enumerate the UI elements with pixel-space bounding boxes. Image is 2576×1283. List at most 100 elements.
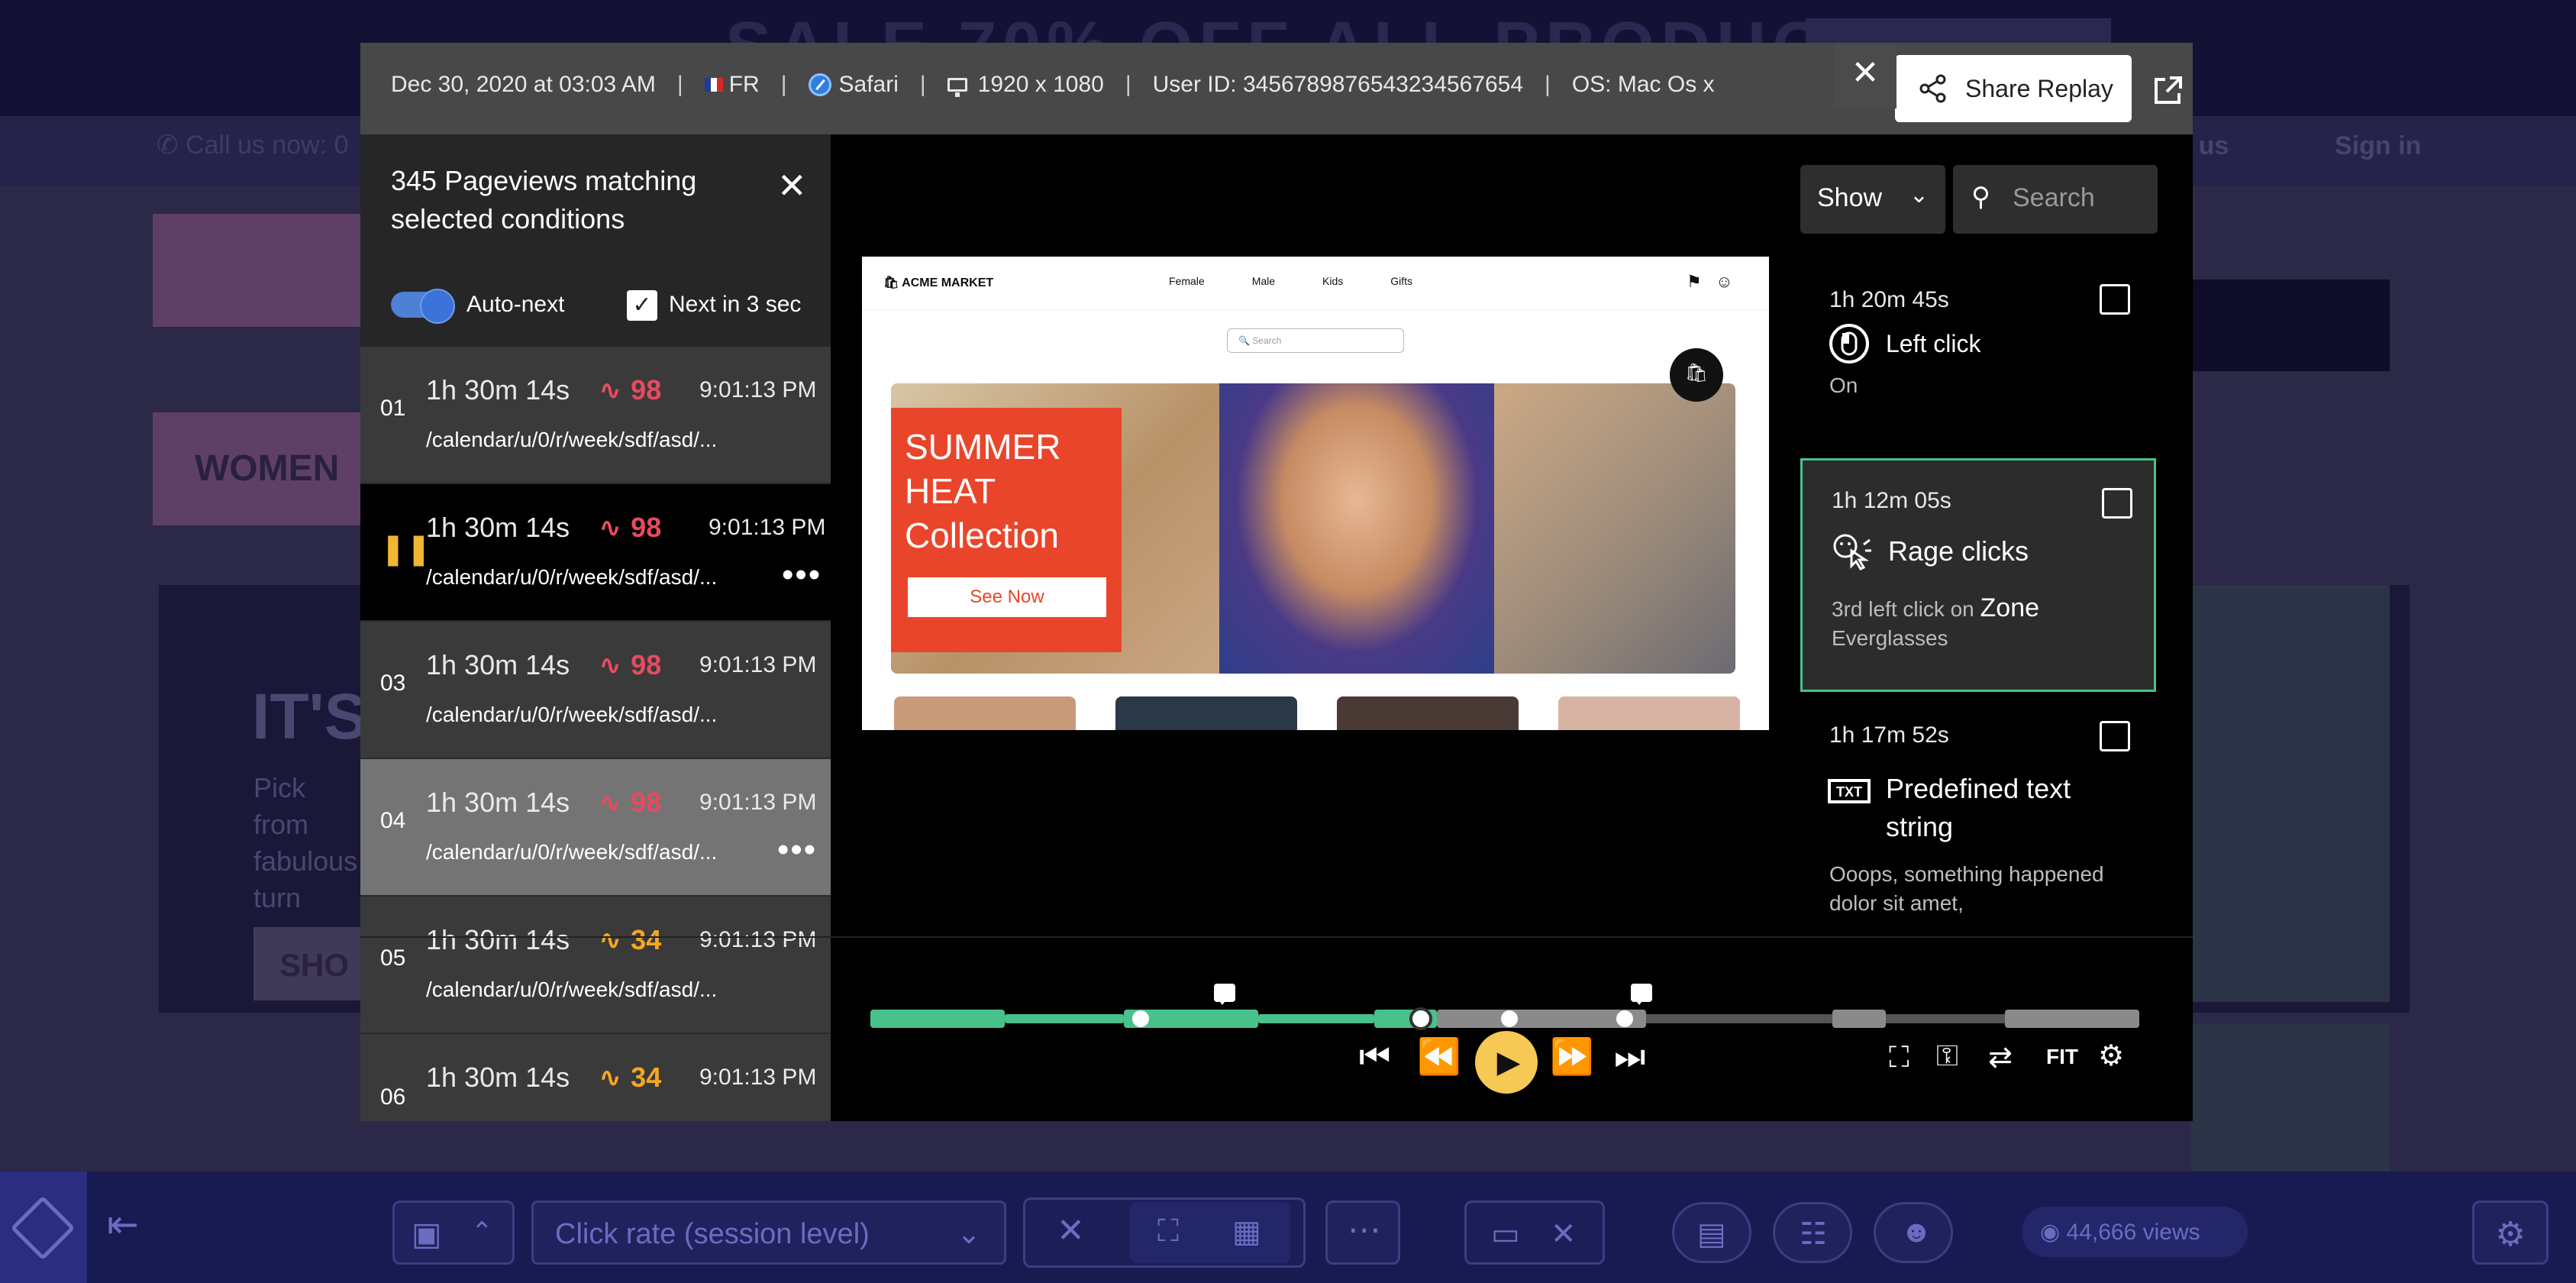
pageview-duration: 1h 30m 14s bbox=[426, 787, 570, 818]
close-panel-icon[interactable]: ✕ bbox=[777, 165, 807, 206]
pageview-item-active[interactable]: ❚❚ 1h 30m 14s ∿ 98 9:01:13 PM /calendar/u… bbox=[360, 484, 831, 622]
pageview-time: 9:01:13 PM bbox=[699, 790, 817, 815]
timeline-event-marker[interactable] bbox=[1501, 1010, 1518, 1027]
skip-to-start-icon[interactable]: ⏮ bbox=[1359, 1036, 1390, 1078]
shop-button: SHO bbox=[253, 927, 368, 1000]
pageview-time: 9:01:13 PM bbox=[699, 652, 817, 677]
bottom-toolbar: ⇤ ▣ ⌃ Click rate (session level) ⌄ ✕ ⛶ ▦… bbox=[0, 1172, 2576, 1283]
play-button[interactable]: ▶ bbox=[1475, 1031, 1538, 1094]
user-button[interactable]: ☻ bbox=[1874, 1202, 1953, 1263]
safari-icon bbox=[808, 73, 831, 96]
more-options-icon[interactable]: ••• bbox=[777, 831, 817, 869]
settings-icon[interactable]: ⚙ bbox=[2098, 1039, 2124, 1073]
replay-video-frame[interactable]: 🛍 ACME MARKET Female Male Kids Gifts ⚑ ☺… bbox=[862, 257, 1769, 730]
timeline-segment[interactable] bbox=[1258, 1014, 1374, 1023]
pageview-duration: 1h 30m 14s bbox=[426, 374, 570, 406]
show-filter-select[interactable]: Show ⌄ bbox=[1800, 165, 1945, 234]
fullscreen-icon[interactable]: ⛶ bbox=[1889, 1042, 1909, 1075]
site-header-icons: ⚑ ☺ bbox=[1687, 272, 1733, 292]
events-search-placeholder: Search bbox=[2013, 183, 2095, 212]
more-button[interactable]: ⋯ bbox=[1325, 1201, 1400, 1265]
session-os: OS: Mac Os x bbox=[1571, 72, 1715, 97]
close-icon: ✕ bbox=[1851, 54, 1880, 92]
pageview-item[interactable]: 03 1h 30m 14s ∿ 98 9:01:13 PM /calendar/u… bbox=[360, 622, 831, 759]
product-thumb bbox=[1337, 696, 1519, 730]
fast-forward-icon[interactable]: ⏩ bbox=[1550, 1036, 1593, 1078]
chevron-down-icon: ⌄ bbox=[957, 1218, 981, 1250]
auto-next-toggle[interactable] bbox=[391, 289, 455, 324]
product-thumb bbox=[1558, 696, 1740, 730]
gear-icon: ⚙ bbox=[2495, 1216, 2526, 1253]
dark-banner bbox=[2191, 280, 2390, 371]
collapse-left-icon[interactable]: ⇤ bbox=[107, 1202, 139, 1246]
close-modal-button[interactable]: ✕ bbox=[1834, 43, 1896, 108]
site-promo-card: SUMMER HEAT Collection See Now bbox=[891, 408, 1122, 652]
auto-next-label: Auto-next bbox=[466, 292, 565, 317]
comment-marker-icon[interactable] bbox=[1214, 984, 1235, 1005]
pulse-icon: ∿ bbox=[599, 649, 622, 680]
events-search-input[interactable]: ⚲ Search bbox=[1953, 165, 2158, 234]
layout-toggle[interactable]: ▣ ⌃ bbox=[392, 1201, 515, 1265]
hero-title: IT'S bbox=[252, 680, 367, 752]
pageview-number: 03 bbox=[380, 671, 406, 696]
playhead[interactable] bbox=[1409, 1007, 1432, 1030]
pageview-number: 04 bbox=[380, 808, 406, 833]
app-logo[interactable] bbox=[0, 1172, 87, 1283]
event-checkbox[interactable] bbox=[2100, 284, 2130, 315]
timeline-segment[interactable] bbox=[870, 1010, 1005, 1028]
call-us-text: ✆ Call us now: 0 bbox=[157, 131, 349, 160]
timeline-event-marker[interactable] bbox=[1616, 1010, 1633, 1027]
svg-text:TXT: TXT bbox=[1836, 784, 1862, 800]
more-dots-icon: ⋯ bbox=[1348, 1211, 1381, 1249]
pageview-duration: 1h 30m 14s bbox=[426, 512, 570, 543]
fullscreen-button[interactable]: ⛶ ▦ bbox=[1130, 1202, 1290, 1263]
close-window-icon[interactable]: ✕ bbox=[1551, 1217, 1577, 1252]
event-item[interactable]: 1h 17m 52s TXT Predefined text string Oo… bbox=[1800, 700, 2156, 974]
pageview-item-hover[interactable]: 04 1h 30m 14s ∿ 98 9:01:13 PM /calendar/u… bbox=[360, 759, 831, 897]
pulse-icon: ∿ bbox=[599, 787, 622, 818]
session-replay-modal: Dec 30, 2020 at 03:03 AM | FR | Safari |… bbox=[360, 43, 2193, 1121]
hero-image-right bbox=[2191, 585, 2390, 1002]
pageview-url: /calendar/u/0/r/week/sdf/asd/... bbox=[426, 840, 718, 864]
key-icon[interactable]: ⚿ bbox=[1936, 1040, 1958, 1073]
settings-button[interactable]: ⚙ bbox=[2472, 1201, 2549, 1265]
event-name: Rage clicks bbox=[1888, 535, 2029, 567]
rewind-icon[interactable]: ⏪ bbox=[1417, 1036, 1461, 1078]
replay-header: Dec 30, 2020 at 03:03 AM | FR | Safari |… bbox=[360, 43, 2193, 134]
external-link-icon[interactable] bbox=[2148, 70, 2188, 110]
promo-cta: See Now bbox=[908, 577, 1106, 617]
calendar-button[interactable]: ☷ bbox=[1773, 1202, 1852, 1263]
qr-icon: ▦ bbox=[1232, 1215, 1261, 1249]
timeline-segment[interactable] bbox=[2005, 1010, 2139, 1028]
comment-marker-icon[interactable] bbox=[1631, 984, 1652, 1005]
next-in-checkbox[interactable]: ✓ bbox=[627, 290, 657, 321]
timeline-segment[interactable] bbox=[1832, 1010, 1886, 1028]
window-icon[interactable]: ▭ bbox=[1491, 1217, 1520, 1252]
pageview-score: ∿ 98 bbox=[599, 512, 662, 543]
promo-title: SUMMER HEAT Collection bbox=[905, 427, 1061, 555]
more-options-icon[interactable]: ••• bbox=[782, 556, 822, 594]
metric-select[interactable]: Click rate (session level) ⌄ bbox=[531, 1201, 1006, 1265]
event-item[interactable]: 1h 20m 45s Left click On bbox=[1800, 257, 2156, 448]
timeline-event-marker[interactable] bbox=[1132, 1010, 1149, 1027]
site-header: 🛍 ACME MARKET Female Male Kids Gifts ⚑ ☺ bbox=[862, 257, 1769, 310]
share-replay-button[interactable]: Share Replay bbox=[1895, 55, 2132, 122]
pulse-icon: ∿ bbox=[599, 512, 622, 543]
skip-to-end-icon[interactable]: ⏭ bbox=[1614, 1036, 1645, 1078]
skip-inactivity-icon[interactable]: ⇄ bbox=[1988, 1040, 2013, 1075]
pageview-score: ∿ 98 bbox=[599, 649, 662, 680]
timeline-segment[interactable] bbox=[1437, 1010, 1646, 1028]
monitor-icon bbox=[947, 78, 967, 97]
event-checkbox[interactable] bbox=[2100, 721, 2130, 751]
event-checkbox[interactable] bbox=[2102, 488, 2132, 519]
nav-link: Female bbox=[1169, 275, 1205, 287]
pageview-item[interactable]: 01 1h 30m 14s ∿ 98 9:01:13 PM /calendar/u… bbox=[360, 347, 831, 484]
event-timestamp: 1h 17m 52s bbox=[1829, 722, 1949, 748]
device-button[interactable]: ▤ bbox=[1672, 1202, 1751, 1263]
search-icon: ⚲ bbox=[1971, 183, 1990, 212]
timeline-segment[interactable] bbox=[1005, 1014, 1124, 1023]
close-icon[interactable]: ✕ bbox=[1057, 1211, 1085, 1250]
fit-button[interactable]: FIT bbox=[2046, 1045, 2078, 1069]
session-user-id: User ID: 3456789876543234567654 bbox=[1152, 72, 1524, 97]
event-item-selected[interactable]: 1h 12m 05s Rage clicks 3rd left click on… bbox=[1800, 458, 2156, 692]
